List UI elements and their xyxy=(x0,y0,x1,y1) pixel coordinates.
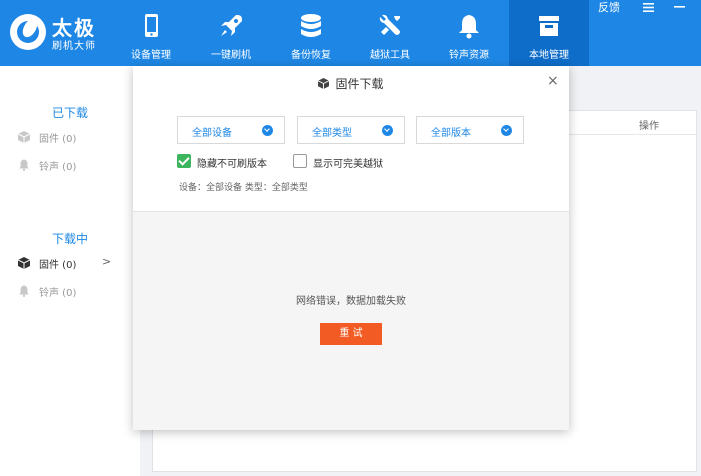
nav-jailbreak-tools[interactable]: 越狱工具 xyxy=(350,0,430,66)
sidebar-item-label: 固件 (0) xyxy=(39,134,77,145)
wrench-icon xyxy=(379,14,400,35)
checkbox-label: 隐藏不可刷版本 xyxy=(197,159,267,170)
column-header-action: 操作 xyxy=(639,121,659,132)
nav-backup-restore[interactable]: 备份恢复 xyxy=(271,0,351,66)
box-icon xyxy=(18,257,30,269)
app-subtitle: 刷机大师 xyxy=(52,41,96,52)
feedback-link[interactable]: 反馈 xyxy=(598,0,620,15)
hamburger-icon[interactable] xyxy=(643,3,654,12)
database-icon xyxy=(301,14,321,37)
dialog-title-text: 固件下载 xyxy=(335,77,384,91)
nav-label: 备份恢复 xyxy=(291,50,331,61)
box-icon xyxy=(18,131,30,143)
show-jailbreakable-checkbox[interactable]: 显示可完美越狱 xyxy=(293,154,403,170)
nav-local-manage[interactable]: 本地管理 xyxy=(509,0,589,66)
filter-version-select[interactable]: 全部版本 xyxy=(416,116,524,144)
sidebar-item-label: 铃声 (0) xyxy=(39,288,77,299)
filter-type-select[interactable]: 全部类型 xyxy=(297,116,405,144)
nav-label: 一键刷机 xyxy=(211,50,251,61)
sidebar-item-label: 铃声 (0) xyxy=(39,162,77,173)
checkbox-unchecked-icon xyxy=(293,154,307,168)
chevron-down-icon xyxy=(501,125,512,136)
dialog-filter-area: 固件下载 × 全部设备 全部类型 全部版本 隐藏不可刷版本 显示可完美越狱 设备… xyxy=(133,66,569,212)
sidebar-item-downloaded-firmware[interactable]: 固件 (0) xyxy=(18,129,128,145)
taiji-logo-icon xyxy=(10,14,46,50)
checkbox-label: 显示可完美越狱 xyxy=(313,159,383,170)
sidebar-item-label: 固件 (0) xyxy=(39,260,77,271)
sidebar: 已下载 固件 (0) 铃声 (0) 下载中 固件 (0) > 铃声 (0) xyxy=(0,66,140,476)
hide-unflashable-checkbox[interactable]: 隐藏不可刷版本 xyxy=(177,154,287,170)
box-icon xyxy=(318,78,330,89)
nav-ringtone-resources[interactable]: 铃声资源 xyxy=(429,0,509,66)
sidebar-item-downloaded-ringtone[interactable]: 铃声 (0) xyxy=(18,157,128,173)
filter-label: 全部设备 xyxy=(192,128,232,139)
bell-icon xyxy=(19,159,29,171)
storage-box-icon xyxy=(539,16,559,36)
nav-label: 越狱工具 xyxy=(370,50,410,61)
error-message: 网络错误，数据加载失败 xyxy=(296,296,406,307)
sidebar-heading-downloading: 下载中 xyxy=(51,232,88,246)
filter-summary: 设备：全部设备 类型：全部类型 xyxy=(179,183,308,193)
dialog-title: 固件下载 xyxy=(133,75,569,92)
nav-label: 本地管理 xyxy=(529,50,569,61)
nav-label: 铃声资源 xyxy=(449,50,489,61)
top-bar: 太极 刷机大师 设备管理 一键刷机 备份恢复 越狱工具 铃声资源 本地管理 反馈 xyxy=(0,0,701,66)
sidebar-item-downloading-firmware[interactable]: 固件 (0) > xyxy=(18,255,128,271)
bell-icon xyxy=(19,285,29,297)
phone-icon xyxy=(145,14,158,37)
sidebar-heading-downloaded: 已下载 xyxy=(51,106,88,120)
filter-label: 全部版本 xyxy=(431,128,471,139)
chevron-down-icon xyxy=(262,125,273,136)
sidebar-item-downloading-ringtone[interactable]: 铃声 (0) xyxy=(18,283,128,299)
chevron-down-icon xyxy=(382,125,393,136)
chevron-right-icon: > xyxy=(102,255,112,268)
nav-device-manage[interactable]: 设备管理 xyxy=(111,0,191,66)
filter-device-select[interactable]: 全部设备 xyxy=(177,116,285,144)
minimize-icon[interactable] xyxy=(674,6,685,9)
checkbox-checked-icon xyxy=(177,154,191,168)
retry-button[interactable]: 重 试 xyxy=(320,323,382,345)
bell-icon xyxy=(459,15,479,39)
filter-label: 全部类型 xyxy=(312,128,352,139)
rocket-icon xyxy=(221,15,242,36)
nav-one-click-flash[interactable]: 一键刷机 xyxy=(191,0,271,66)
firmware-download-dialog: 固件下载 × 全部设备 全部类型 全部版本 隐藏不可刷版本 显示可完美越狱 设备… xyxy=(133,66,569,430)
close-icon[interactable]: × xyxy=(547,74,559,88)
nav-label: 设备管理 xyxy=(131,50,171,61)
